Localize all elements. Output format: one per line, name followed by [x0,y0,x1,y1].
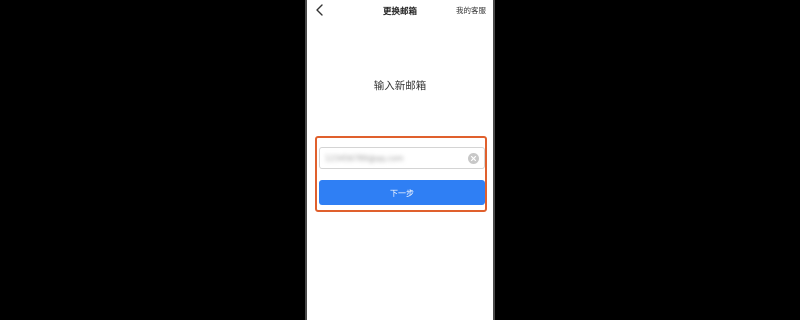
email-field[interactable] [319,147,485,169]
customer-service-link[interactable]: 我的客服 [456,5,486,16]
clear-circle-icon[interactable] [468,153,479,164]
phone-screen: 更换邮箱 我的客服 输入新邮箱 下一步 [305,0,495,320]
next-step-button[interactable]: 下一步 [319,180,485,205]
navigation-bar: 更换邮箱 我的客服 [307,0,493,22]
screen-stage: 更换邮箱 我的客服 输入新邮箱 下一步 [0,0,800,320]
enter-new-email-heading: 输入新邮箱 [373,80,427,92]
email-input[interactable] [325,151,463,165]
